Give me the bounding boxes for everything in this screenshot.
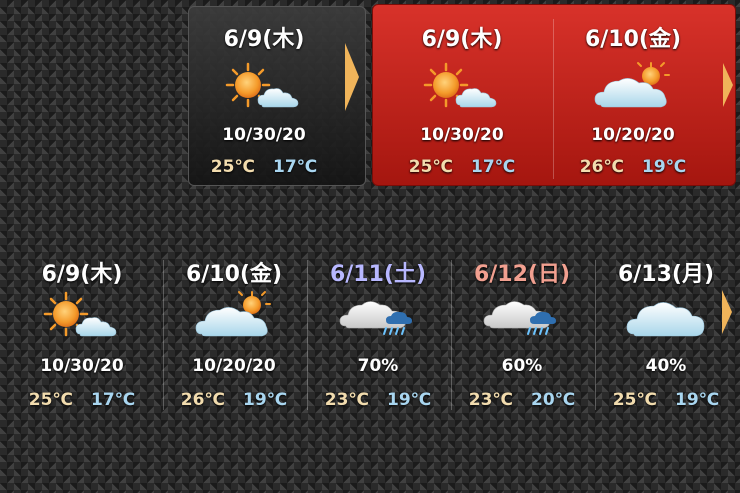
forecast-temps: 25℃ 17℃: [189, 157, 339, 177]
high-temp: 25℃: [210, 157, 255, 177]
low-temp: 17℃: [471, 157, 516, 177]
forecast-temps: 23℃ 20℃: [452, 390, 592, 410]
high-temp: 23℃: [324, 390, 369, 410]
sun-cloud-icon: [422, 61, 502, 111]
next-arrow-icon[interactable]: [722, 290, 732, 334]
forecast-date: 6/11(土): [329, 262, 427, 287]
widget-two-day[interactable]: 6/9(木) 10/30/20 25℃ 17℃ 6/10(金) 10/20/20 …: [372, 4, 736, 186]
forecast-cell[interactable]: 6/13(月) 40% 25℃ 19℃: [596, 240, 736, 420]
forecast-precip: 10/20/20: [192, 356, 276, 376]
low-temp: 17℃: [91, 390, 136, 410]
forecast-precip: 60%: [501, 356, 543, 376]
high-temp: 25℃: [28, 390, 73, 410]
cloud-rain-icon: [338, 290, 418, 340]
cloud-icon: [626, 290, 706, 340]
forecast-precip: 10/30/20: [420, 125, 504, 145]
low-temp: 20℃: [531, 390, 576, 410]
widget-five-day[interactable]: 6/9(木) 10/30/20 25℃ 17℃ 6/10(金) 10/20/20 …: [0, 240, 740, 420]
next-arrow-icon[interactable]: [723, 63, 733, 107]
high-temp: 26℃: [180, 390, 225, 410]
forecast-date: 6/12(日): [473, 262, 571, 287]
forecast-precip: 10/20/20: [591, 125, 675, 145]
forecast-temps: 26℃ 19℃: [164, 390, 304, 410]
forecast-precip: 10/30/20: [40, 356, 124, 376]
sun-cloud-icon: [42, 290, 122, 340]
low-temp: 17℃: [273, 157, 318, 177]
widget-single-day[interactable]: 6/9(木) 10/30/20 25℃ 17℃: [188, 6, 366, 186]
forecast-date: 6/10(金): [584, 27, 682, 52]
forecast-precip: 10/30/20: [222, 125, 306, 145]
low-temp: 19℃: [243, 390, 288, 410]
forecast-date: 6/13(月): [617, 262, 715, 287]
forecast-date: 6/9(木): [223, 27, 305, 52]
forecast-temps: 23℃ 19℃: [308, 390, 448, 410]
forecast-cell[interactable]: 6/10(金) 10/20/20 26℃ 19℃: [551, 5, 715, 185]
cloud-sun-icon: [593, 61, 673, 111]
forecast-temps: 26℃ 19℃: [551, 157, 715, 177]
forecast-temps: 25℃ 17℃: [373, 157, 551, 177]
high-temp: 25℃: [408, 157, 453, 177]
forecast-cell[interactable]: 6/9(木) 10/30/20 25℃ 17℃: [189, 7, 339, 185]
forecast-date: 6/9(木): [41, 262, 123, 287]
forecast-temps: 25℃ 19℃: [596, 390, 736, 410]
forecast-date: 6/10(金): [185, 262, 283, 287]
cloud-sun-icon: [194, 290, 274, 340]
forecast-cell[interactable]: 6/9(木) 10/30/20 25℃ 17℃: [373, 5, 551, 185]
forecast-cell[interactable]: 6/12(日) 60% 23℃ 20℃: [452, 240, 592, 420]
high-temp: 25℃: [612, 390, 657, 410]
forecast-precip: 40%: [645, 356, 687, 376]
low-temp: 19℃: [675, 390, 720, 410]
forecast-precip: 70%: [357, 356, 399, 376]
high-temp: 26℃: [579, 157, 624, 177]
forecast-cell[interactable]: 6/9(木) 10/30/20 25℃ 17℃: [12, 240, 152, 420]
low-temp: 19℃: [642, 157, 687, 177]
next-arrow-icon[interactable]: [345, 43, 359, 111]
cloud-rain-icon: [482, 290, 562, 340]
forecast-temps: 25℃ 17℃: [12, 390, 152, 410]
forecast-cell[interactable]: 6/11(土) 70% 23℃ 19℃: [308, 240, 448, 420]
low-temp: 19℃: [387, 390, 432, 410]
high-temp: 23℃: [468, 390, 513, 410]
forecast-cell[interactable]: 6/10(金) 10/20/20 26℃ 19℃: [164, 240, 304, 420]
forecast-date: 6/9(木): [421, 27, 503, 52]
sun-cloud-icon: [224, 61, 304, 111]
